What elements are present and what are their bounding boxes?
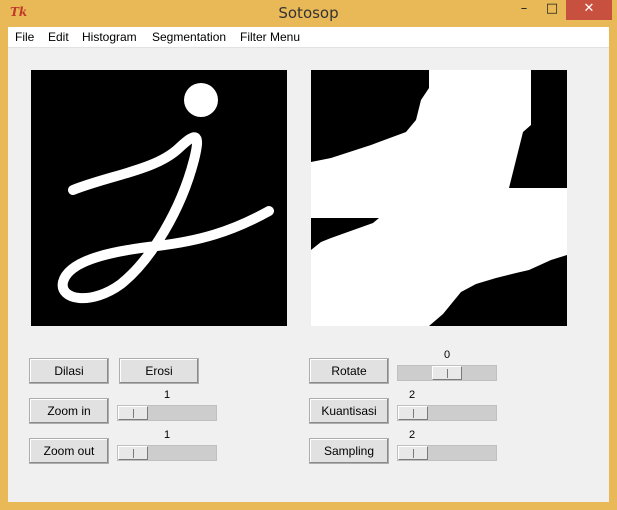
kuantisasi-button[interactable]: Kuantisasi [309, 398, 389, 424]
kuantisasi-trough[interactable] [397, 405, 497, 421]
zoom-out-slider-handle[interactable] [118, 446, 148, 460]
close-button[interactable]: ✕ [566, 0, 612, 20]
processed-zoom-image [311, 70, 567, 326]
dilasi-button[interactable]: Dilasi [29, 358, 109, 384]
menu-bar: File Edit Histogram Segmentation Filter … [8, 27, 609, 48]
maximize-button[interactable]: □ [538, 0, 566, 20]
sampling-button[interactable]: Sampling [309, 438, 389, 464]
title-bar[interactable]: Tk Sotosop – □ ✕ [0, 0, 617, 27]
rotate-scale-value: 0 [443, 349, 451, 361]
kuantisasi-scale-value: 2 [409, 389, 416, 401]
sampling-trough[interactable] [397, 445, 497, 461]
zoom-in-slider-handle[interactable] [118, 406, 148, 420]
zoom-out-trough[interactable] [117, 445, 217, 461]
app-window: Tk Sotosop – □ ✕ File Edit Histogram Seg… [0, 0, 617, 510]
zoom-in-button[interactable]: Zoom in [29, 398, 109, 424]
original-image [31, 70, 287, 326]
erosi-button[interactable]: Erosi [119, 358, 199, 384]
rotate-trough[interactable] [397, 365, 497, 381]
zoom-out-scale-value: 1 [163, 429, 171, 441]
client-area: File Edit Histogram Segmentation Filter … [8, 27, 609, 502]
menu-segmentation[interactable]: Segmentation [152, 30, 226, 44]
zoom-in-scale-value: 1 [163, 389, 171, 401]
rotate-slider-handle[interactable] [432, 366, 462, 380]
zoom-in-trough[interactable] [117, 405, 217, 421]
minimize-button[interactable]: – [510, 0, 538, 20]
zoom-out-button[interactable]: Zoom out [29, 438, 109, 464]
result-image [311, 70, 567, 326]
menu-histogram[interactable]: Histogram [82, 30, 137, 44]
sampling-slider-handle[interactable] [398, 446, 428, 460]
rotate-button[interactable]: Rotate [309, 358, 389, 384]
menu-filter[interactable]: Filter Menu [240, 30, 300, 44]
menu-file[interactable]: File [15, 30, 34, 44]
menu-edit[interactable]: Edit [48, 30, 69, 44]
sampling-scale-value: 2 [409, 429, 416, 441]
kuantisasi-slider-handle[interactable] [398, 406, 428, 420]
handwritten-j-image [31, 70, 287, 326]
